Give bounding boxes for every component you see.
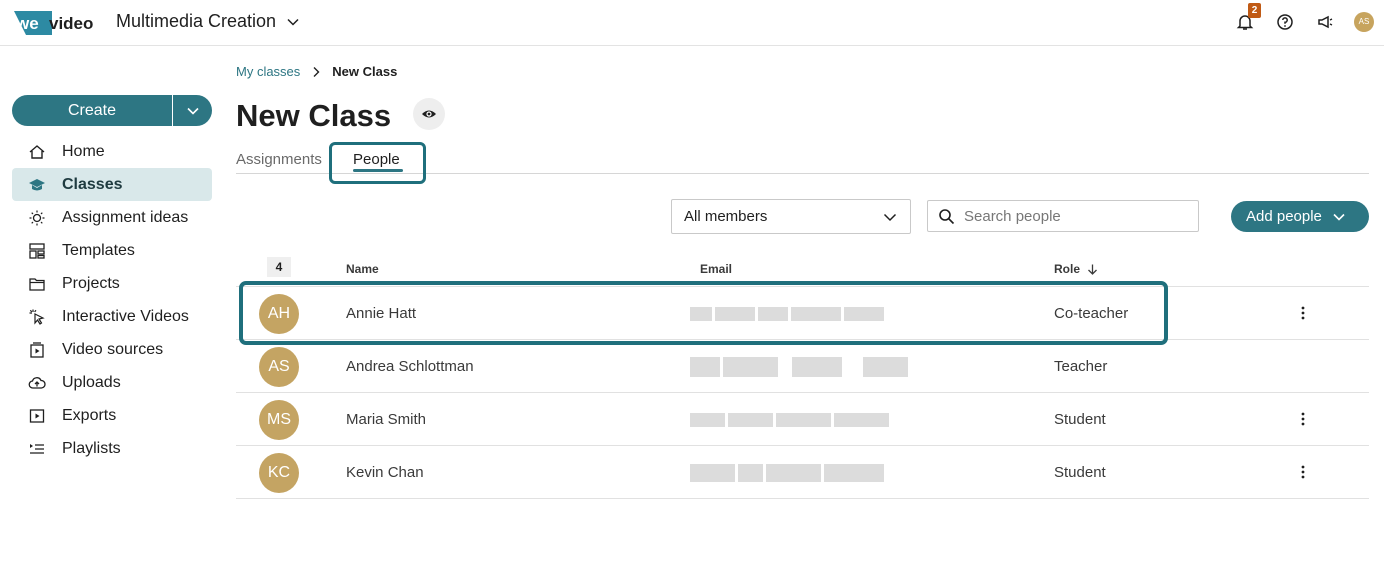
sidebar-item-projects[interactable]: Projects [12,267,212,300]
export-icon [29,408,45,423]
breadcrumb-current: New Class [332,64,398,79]
eye-icon [422,110,436,118]
help-icon[interactable] [1276,13,1294,31]
cursor-click-icon [29,309,45,325]
sidebar-item-label: Playlists [62,439,121,457]
sidebar-item-label: Exports [62,406,117,424]
classes-icon [29,178,45,190]
sidebar-item-label: Uploads [62,373,121,391]
playlist-icon [30,443,44,454]
sidebar-item-label: Interactive Videos [62,307,189,325]
video-sources-icon [30,341,44,358]
sidebar-item-interactive-videos[interactable]: Interactive Videos [12,300,212,333]
member-role: Teacher [1054,358,1108,375]
member-email-redacted [690,409,889,431]
sidebar-item-label: Projects [62,274,120,292]
tab-highlight-frame [329,142,426,184]
home-icon [29,144,45,159]
sidebar-item-templates[interactable]: Templates [12,234,212,267]
folder-icon [29,277,45,291]
sidebar-item-uploads[interactable]: Uploads [12,366,212,399]
sidebar-item-video-sources[interactable]: Video sources [12,333,212,366]
megaphone-icon[interactable] [1316,13,1334,31]
sidebar-item-classes[interactable]: Classes [12,168,212,201]
logo-text-video: video [49,14,93,33]
sidebar-item-label: Video sources [62,340,164,358]
column-header-name[interactable]: Name [346,262,379,276]
wevideo-logo[interactable]: we video [12,5,98,39]
cloud-upload-icon [28,376,46,389]
more-options-icon[interactable] [1294,463,1312,481]
table-row[interactable]: AS Andrea Schlottman Teacher [236,340,1369,393]
workspace-selector[interactable]: Multimedia Creation [116,11,300,32]
member-role: Student [1054,464,1106,481]
create-button[interactable]: Create [12,95,172,126]
sidebar-item-playlists[interactable]: Playlists [12,432,212,465]
tab-assignments[interactable]: Assignments [236,151,322,168]
sidebar-item-label: Assignment ideas [62,208,189,226]
user-avatar[interactable]: AS [1354,12,1374,32]
more-options-icon[interactable] [1294,304,1312,322]
member-name: Maria Smith [346,411,427,428]
search-icon [939,208,955,224]
sidebar-item-assignment-ideas[interactable]: Assignment ideas [12,201,212,234]
table-row[interactable]: KC Kevin Chan Student [236,446,1369,499]
create-control: Create [12,95,212,126]
create-dropdown-button[interactable] [172,95,212,126]
logo-text-we: we [15,14,39,33]
templates-icon [29,242,45,259]
chevron-down-icon [883,213,897,221]
member-name: Andrea Schlottman [346,358,474,375]
table-row[interactable]: MS Maria Smith Student [236,393,1369,446]
search-people-box [927,200,1199,232]
add-people-label: Add people [1246,208,1322,225]
arrow-down-icon [1088,264,1097,275]
column-header-name-label: Name [346,262,379,276]
member-email-redacted [690,462,884,484]
breadcrumb: My classes New Class [236,64,397,79]
more-options-icon[interactable] [1294,410,1312,428]
chevron-down-icon [287,18,299,26]
member-name: Kevin Chan [346,464,424,481]
breadcrumb-my-classes[interactable]: My classes [236,64,300,79]
avatar: AS [259,347,299,387]
row-highlight-frame [239,281,1168,345]
sidebar-item-exports[interactable]: Exports [12,399,212,432]
member-filter-select[interactable]: All members [671,199,911,234]
top-bar: we video Multimedia Creation 2 AS [0,0,1384,46]
search-people-input[interactable] [964,207,1184,225]
member-role: Student [1054,411,1106,428]
sidebar-item-label: Home [62,142,105,160]
chevron-down-icon [186,107,199,115]
visibility-button[interactable] [413,98,445,130]
chevron-right-icon [313,66,320,77]
sidebar-item-home[interactable]: Home [12,135,212,168]
column-header-email[interactable]: Email [700,262,732,276]
sidebar-item-label: Templates [62,241,135,259]
add-people-button[interactable]: Add people [1231,201,1369,232]
avatar: MS [259,400,299,440]
notification-badge: 2 [1248,3,1261,18]
avatar: KC [259,453,299,493]
sidebar-item-label: Classes [62,175,123,193]
column-header-email-label: Email [700,262,733,276]
workspace-name: Multimedia Creation [116,11,277,31]
sidebar-nav: Home Classes Assignment ideas Templates … [12,135,212,465]
column-header-role-label: Role [1054,262,1081,276]
chevron-down-icon [1333,213,1345,221]
member-count-badge: 4 [267,257,291,277]
column-header-role[interactable]: Role [1054,262,1099,276]
page-title: New Class [236,98,392,133]
member-email-redacted [690,356,908,378]
member-filter-value: All members [684,208,768,225]
lightbulb-icon [29,210,45,225]
